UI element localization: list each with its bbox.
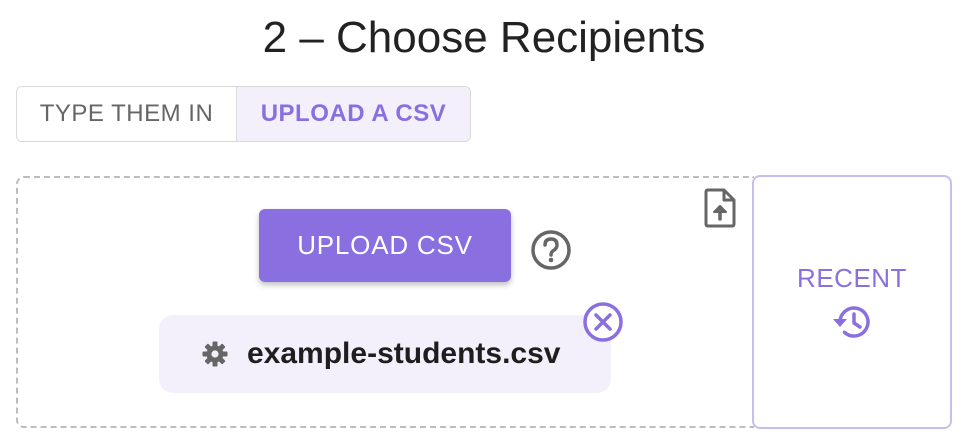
upload-csv-button[interactable]: UPLOAD CSV bbox=[259, 209, 511, 282]
help-circle-icon[interactable] bbox=[530, 229, 572, 271]
upload-a-csv-tab[interactable]: UPLOAD A CSV bbox=[237, 87, 470, 141]
selected-file-chip: example-students.csv bbox=[159, 315, 611, 393]
history-icon bbox=[833, 305, 870, 338]
page-title: 2 – Choose Recipients bbox=[262, 13, 706, 62]
file-upload-icon[interactable] bbox=[702, 188, 738, 228]
recent-label: RECENT bbox=[797, 262, 907, 293]
page: 2 – Choose Recipients TYPE THEM IN UPLOA… bbox=[0, 0, 968, 438]
type-them-in-tab[interactable]: TYPE THEM IN bbox=[17, 87, 237, 141]
file-name: example-students.csv bbox=[247, 337, 561, 370]
close-circle-icon[interactable] bbox=[582, 301, 624, 343]
recipient-mode-toggle: TYPE THEM IN UPLOAD A CSV bbox=[16, 86, 471, 142]
recent-button[interactable]: RECENT bbox=[752, 175, 952, 429]
gear-icon[interactable] bbox=[201, 340, 229, 368]
